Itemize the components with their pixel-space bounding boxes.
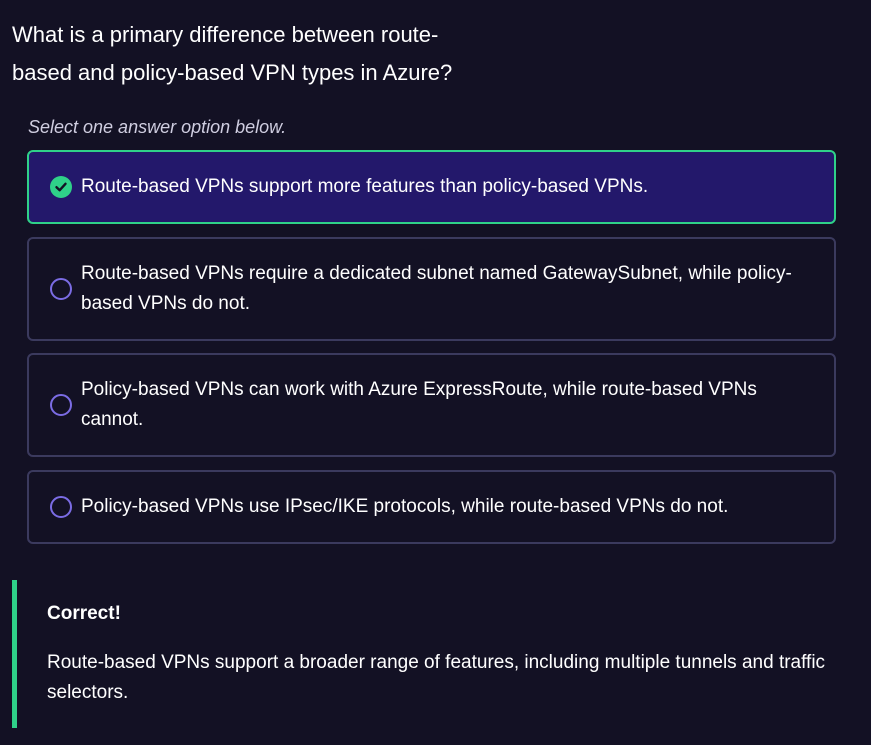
answer-option-label: Policy-based VPNs use IPsec/IKE protocol… (81, 496, 729, 517)
answer-option-2[interactable]: Route-based VPNs require a dedicated sub… (27, 237, 836, 341)
feedback-text: Route-based VPNs support a broader range… (47, 652, 826, 703)
answer-option-4[interactable]: Policy-based VPNs use IPsec/IKE protocol… (27, 470, 836, 544)
check-circle-icon (50, 176, 72, 198)
answer-option-3[interactable]: Policy-based VPNs can work with Azure Ex… (27, 353, 836, 457)
answer-option-label: Route-based VPNs require a dedicated sub… (81, 263, 792, 314)
answer-option-label: Policy-based VPNs can work with Azure Ex… (81, 379, 757, 430)
radio-circle-icon[interactable] (50, 394, 72, 416)
instruction-text: Select one answer option below. (28, 117, 287, 137)
radio-circle-icon[interactable] (50, 278, 72, 300)
answer-option-1[interactable]: Route-based VPNs support more features t… (27, 150, 836, 224)
radio-circle-icon[interactable] (50, 496, 72, 518)
feedback-title: Correct! (47, 603, 121, 624)
answer-option-label: Route-based VPNs support more features t… (81, 176, 649, 197)
quiz-page: What is a primary difference between rou… (0, 0, 871, 745)
feedback-panel: Correct! Route-based VPNs support a broa… (12, 580, 842, 728)
question-title: What is a primary difference between rou… (12, 22, 453, 85)
